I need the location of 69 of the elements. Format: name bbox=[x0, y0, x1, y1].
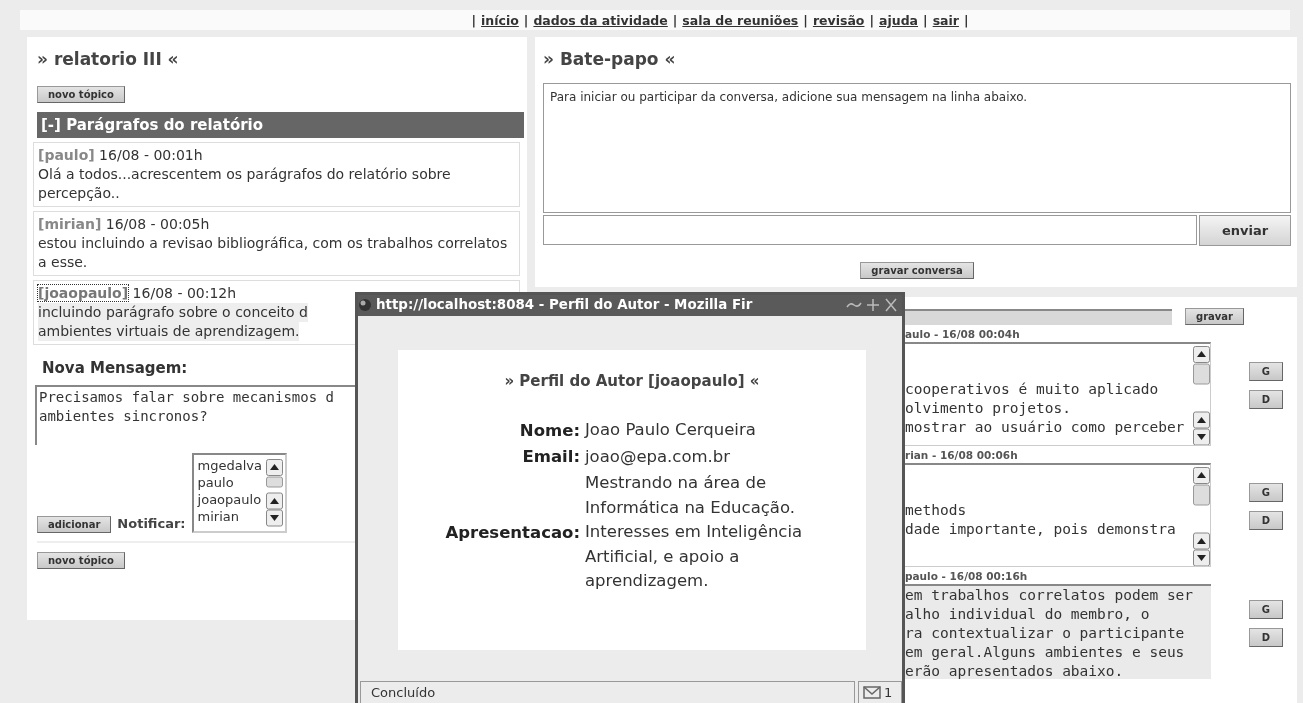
status-text: Concluído bbox=[360, 681, 855, 703]
scrollbar-drawing[interactable] bbox=[266, 459, 283, 527]
field-label: Apresentacao: bbox=[444, 522, 580, 542]
block-header: paulo - 16/08 00:16h bbox=[905, 570, 1029, 584]
text-field[interactable] bbox=[905, 308, 1172, 325]
nav-separator: | bbox=[869, 12, 875, 28]
sphere-icon bbox=[358, 297, 372, 312]
new-topic-button[interactable]: novo tópico bbox=[37, 552, 125, 569]
block-action-button[interactable]: G bbox=[1248, 483, 1283, 502]
send-button[interactable]: enviar bbox=[1199, 215, 1291, 246]
save-chat-button[interactable]: gravar conversa bbox=[860, 262, 974, 279]
nav-separator: | bbox=[672, 12, 678, 28]
mail-indicator[interactable]: 1 bbox=[858, 681, 902, 703]
list-option[interactable]: joaopaulo bbox=[197, 491, 262, 508]
list-option[interactable]: mirian bbox=[197, 508, 262, 525]
entry-time: 16/08 - 00:01h bbox=[99, 147, 203, 163]
block-action-button[interactable]: G bbox=[1248, 362, 1283, 381]
block-action-button[interactable]: D bbox=[1248, 511, 1283, 530]
nav-separator: | bbox=[963, 12, 969, 28]
envelope-icon bbox=[863, 686, 881, 699]
nav-link[interactable]: ajuda bbox=[879, 12, 919, 28]
notify-listbox[interactable]: mgedalva paulo joaopaulo mirian bbox=[191, 453, 287, 533]
new-message-label: Nova Mensagem: bbox=[42, 359, 189, 377]
panel-title: » relatorio III « bbox=[37, 49, 180, 69]
field-value: Joao Paulo Cerqueira bbox=[585, 419, 757, 441]
panel-title: » Bate-papo « bbox=[543, 49, 677, 69]
block-action-button[interactable]: G bbox=[1248, 599, 1283, 619]
field-label: Email: bbox=[521, 447, 580, 467]
field-value: Mestrando na área de Informática na Educação. Interesses em Inteligência Artificial, e apoio a aprendizagem. bbox=[585, 472, 804, 592]
scrollbar-drawing[interactable] bbox=[1192, 467, 1210, 566]
maximize-icon[interactable] bbox=[866, 297, 880, 312]
paragraph-textarea[interactable]: em trabalhos correlatos podem ser alho individual do membro, o ra contextualizar o participante em geral.Alguns ambientes e seus erão apresentados abaixo. bbox=[905, 584, 1211, 679]
entry-time: 16/08 - 00:05h bbox=[105, 216, 210, 232]
paragraph-textarea[interactable]: methods dade importante, pois demonstra bbox=[905, 463, 1211, 567]
paragraph-textarea[interactable]: cooperativos é muito aplicado olvimento projetos. mostrar ao usuário como perceber bbox=[905, 342, 1211, 446]
author-link[interactable]: [mirian] bbox=[38, 216, 102, 232]
mail-count: 1 bbox=[884, 685, 893, 700]
nav-link[interactable]: sala de reuniões bbox=[682, 12, 799, 28]
nav-link[interactable]: sair bbox=[932, 12, 959, 28]
list-option[interactable]: paulo bbox=[197, 474, 262, 491]
message-input[interactable] bbox=[543, 215, 1197, 245]
chat-log: Para iniciar ou participar da conversa, adicione sua mensagem na linha abaixo. bbox=[543, 83, 1291, 213]
close-icon[interactable] bbox=[884, 297, 898, 312]
author-link[interactable]: [paulo] bbox=[38, 147, 95, 163]
entry-text: Olá a todos...acrescentem os parágrafos do relatório sobre percepção.. bbox=[38, 165, 452, 203]
nav-separator: | bbox=[923, 12, 928, 28]
field-value: joao@epa.com.br bbox=[585, 445, 732, 468]
new-topic-button[interactable]: novo tópico bbox=[37, 86, 125, 103]
author-link[interactable]: [joaopaulo] bbox=[38, 285, 129, 301]
nav-link[interactable]: dados da atividade bbox=[533, 12, 668, 28]
field-label: Nome: bbox=[518, 420, 580, 440]
nav-separator: | bbox=[471, 12, 477, 28]
nav-link[interactable]: revisão bbox=[812, 12, 865, 28]
block-header: rian - 16/08 00:06h bbox=[905, 449, 1019, 463]
block-action-button[interactable]: D bbox=[1248, 627, 1283, 647]
block-action-button[interactable]: D bbox=[1248, 390, 1283, 409]
scrollbar-drawing[interactable] bbox=[1192, 346, 1210, 445]
nav-separator: | bbox=[523, 12, 529, 28]
entry-time: 16/08 - 00:12h bbox=[132, 285, 237, 301]
entry-text: estou incluindo a revisao bibliográfica, com os trabalhos correlatos a esse. bbox=[38, 234, 509, 272]
add-button[interactable]: adicionar bbox=[37, 516, 112, 533]
save-button[interactable]: gravar bbox=[1185, 308, 1245, 325]
block-header: aulo - 16/08 00:04h bbox=[905, 328, 1021, 342]
list-option[interactable]: mgedalva bbox=[197, 457, 262, 474]
nav-separator: | bbox=[803, 12, 808, 28]
section-header[interactable]: [-] Parágrafos do relatório bbox=[37, 112, 524, 138]
notify-label: Notificar: bbox=[117, 516, 186, 533]
nav-link[interactable]: início bbox=[481, 12, 519, 28]
window-title: http://localhost:8084 - Perfil do Autor - Mozilla Fir bbox=[376, 297, 754, 312]
